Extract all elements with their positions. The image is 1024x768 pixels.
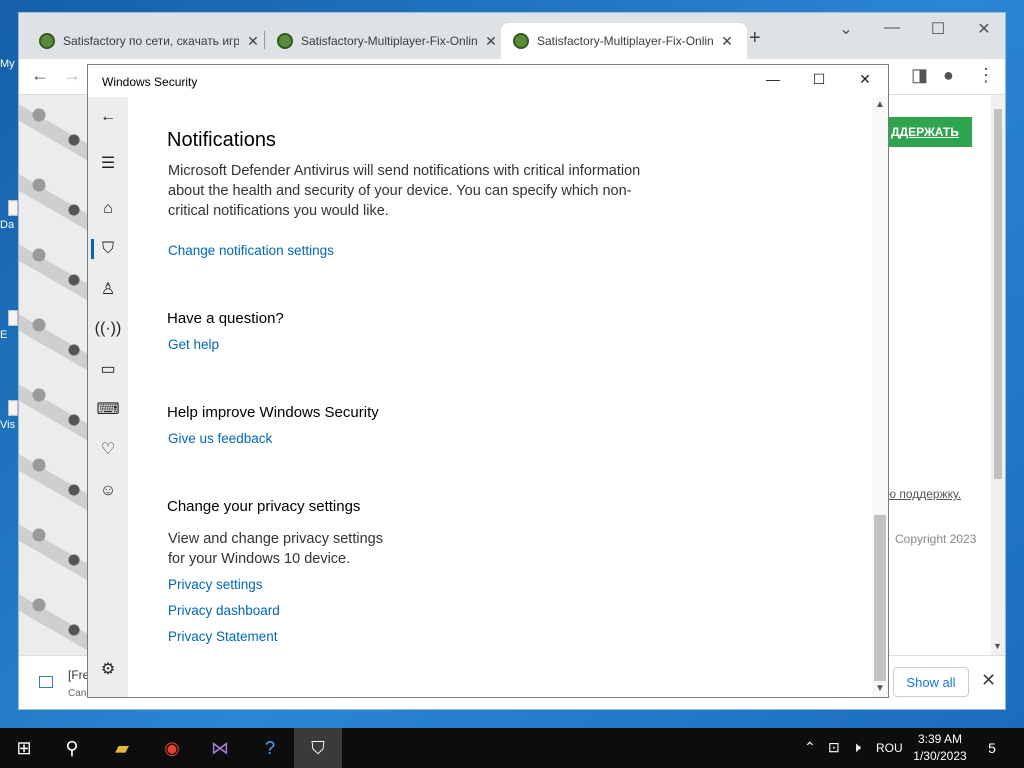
- maximize-icon[interactable]: ☐: [915, 19, 961, 39]
- browser-tab-active[interactable]: Satisfactory-Multiplayer-Fix-Online ✕: [501, 23, 747, 59]
- page-scrollbar[interactable]: ▼: [991, 95, 1005, 655]
- start-windows-icon[interactable]: ⊞: [0, 728, 48, 768]
- desktop-icon-label: Da: [0, 219, 15, 231]
- window-titlebar[interactable]: Windows Security — ☐ ✕: [88, 65, 888, 97]
- page-sidebar: [887, 95, 995, 655]
- clock-date: 1/30/2023: [913, 749, 967, 763]
- tab-close-icon[interactable]: ✕: [719, 33, 735, 50]
- firewall-network-icon[interactable]: ((·)): [88, 317, 128, 341]
- site-favicon-icon: [277, 33, 293, 49]
- network-icon[interactable]: ⊡: [828, 739, 840, 756]
- tab-close-icon[interactable]: ✕: [245, 33, 261, 50]
- app-browser-control-icon[interactable]: ▭: [88, 357, 128, 381]
- notifications-description: Microsoft Defender Antivirus will send n…: [168, 163, 641, 219]
- desktop-icon-e[interactable]: E: [0, 310, 18, 341]
- copyright-text: Copyright 2023: [895, 532, 977, 546]
- show-hidden-icons-chevron-icon[interactable]: ⌃: [804, 739, 816, 756]
- scrollbar-thumb[interactable]: [874, 515, 886, 681]
- file-icon: [8, 400, 18, 416]
- file-explorer-icon[interactable]: ▰: [98, 728, 146, 768]
- search-icon[interactable]: ⚲: [48, 728, 96, 768]
- back-arrow-icon[interactable]: ←: [88, 105, 128, 129]
- scroll-down-arrow-icon[interactable]: ▼: [875, 683, 885, 694]
- minimize-icon[interactable]: —: [750, 71, 796, 87]
- language-indicator[interactable]: ROU: [876, 741, 903, 755]
- visual-studio-icon[interactable]: ⋈: [196, 728, 244, 768]
- privacy-statement-link[interactable]: Privacy Statement: [168, 629, 278, 644]
- window-title: Windows Security: [102, 75, 198, 89]
- home-icon[interactable]: ⌂: [88, 197, 128, 221]
- support-button[interactable]: ДДЕРЖАТЬ: [887, 117, 972, 147]
- profile-avatar-icon[interactable]: ●: [943, 65, 954, 86]
- content-scrollbar[interactable]: ▲ ▼: [872, 97, 888, 697]
- windows-security-taskbar-icon[interactable]: ⛉: [294, 728, 342, 768]
- device-health-icon[interactable]: ♡: [88, 437, 128, 461]
- site-favicon-icon: [513, 33, 529, 49]
- tab-strip: Satisfactory по сети, скачать игру ✕ Sat…: [19, 13, 1005, 59]
- forward-arrow-icon[interactable]: →: [63, 65, 81, 86]
- device-security-icon[interactable]: ⌨: [88, 397, 128, 421]
- tab-close-icon[interactable]: ✕: [483, 33, 499, 50]
- settings-gear-icon[interactable]: ⚙: [88, 657, 128, 681]
- back-arrow-icon[interactable]: ←: [31, 65, 49, 86]
- desktop-icon-this-pc[interactable]: My: [0, 58, 18, 70]
- notifications-heading: Notifications: [167, 129, 276, 151]
- desktop-icon-visual[interactable]: Vis: [0, 400, 18, 431]
- give-feedback-link[interactable]: Give us feedback: [168, 431, 272, 446]
- support-link[interactable]: ю поддержку.: [887, 487, 961, 501]
- tab-title: Satisfactory по сети, скачать игру: [63, 34, 239, 48]
- windows-security-window: Windows Security — ☐ ✕ ← ☰ ⌂ ⛉ ♙ ((·)) ▭…: [87, 64, 889, 698]
- close-icon[interactable]: ✕: [961, 19, 1007, 39]
- desktop-icon-data[interactable]: Da: [0, 200, 18, 231]
- tab-title: Satisfactory-Multiplayer-Fix-Online: [537, 34, 713, 48]
- tab-search-chevron-icon[interactable]: ⌄: [823, 19, 869, 39]
- help-improve-heading: Help improve Windows Security: [167, 404, 379, 421]
- account-icon[interactable]: ♙: [88, 277, 128, 301]
- file-icon: [8, 200, 18, 216]
- side-panel-icon[interactable]: ◨: [911, 65, 928, 86]
- scroll-up-arrow-icon[interactable]: ▲: [875, 99, 885, 110]
- privacy-dashboard-link[interactable]: Privacy dashboard: [168, 603, 280, 618]
- show-all-button[interactable]: Show all: [893, 667, 969, 697]
- file-icon: [8, 310, 18, 326]
- new-tab-icon[interactable]: +: [749, 27, 761, 50]
- taskbar: ⊞ ⚲ ▰ ◉ ⋈ ? ⛉ ⌃ ⊡ 🕨 ROU 3:39 AM 1/30/202…: [0, 728, 1024, 768]
- site-favicon-icon: [39, 33, 55, 49]
- change-notification-settings-link[interactable]: Change notification settings: [168, 243, 334, 258]
- browser-tab[interactable]: Satisfactory по сети, скачать игру ✕: [27, 23, 273, 59]
- action-center-icon[interactable]: 5: [970, 728, 1014, 768]
- chrome-icon[interactable]: ◉: [148, 728, 196, 768]
- scroll-down-arrow-icon[interactable]: ▼: [993, 641, 1002, 651]
- family-options-icon[interactable]: ☺: [88, 479, 128, 503]
- notification-count-badge: 5: [988, 740, 996, 756]
- download-file-icon: [39, 676, 53, 688]
- browser-tab[interactable]: Satisfactory-Multiplayer-Fix-Online ✕: [265, 23, 511, 59]
- security-nav-rail: ← ☰ ⌂ ⛉ ♙ ((·)) ▭ ⌨ ♡ ☺ ⚙: [88, 97, 128, 697]
- close-icon[interactable]: ✕: [842, 71, 888, 88]
- more-menu-icon[interactable]: ⋮: [977, 65, 995, 86]
- help-assistant-icon[interactable]: ?: [246, 728, 294, 768]
- shield-icon[interactable]: ⛉: [88, 237, 128, 261]
- scrollbar-thumb[interactable]: [994, 109, 1002, 479]
- hamburger-menu-icon[interactable]: ☰: [88, 151, 128, 175]
- security-settings-content: Notifications Microsoft Defender Antivir…: [128, 97, 872, 697]
- tab-title: Satisfactory-Multiplayer-Fix-Online: [301, 34, 477, 48]
- get-help-link[interactable]: Get help: [168, 337, 219, 352]
- desktop-icon-label: E: [0, 329, 8, 341]
- privacy-description: View and change privacy settings for you…: [168, 531, 383, 567]
- privacy-settings-heading: Change your privacy settings: [167, 498, 361, 515]
- close-download-bar-icon[interactable]: ✕: [981, 670, 996, 691]
- maximize-icon[interactable]: ☐: [796, 71, 842, 88]
- privacy-settings-link[interactable]: Privacy settings: [168, 577, 263, 592]
- clock-time: 3:39 AM: [917, 732, 963, 746]
- minimize-icon[interactable]: —: [869, 19, 915, 37]
- have-a-question-heading: Have a question?: [167, 310, 284, 327]
- volume-icon[interactable]: 🕨: [852, 739, 861, 756]
- desktop-icon-label: My: [0, 58, 15, 70]
- desktop-icon-label: Vis: [0, 419, 16, 431]
- clock[interactable]: 3:39 AM 1/30/2023: [906, 731, 974, 765]
